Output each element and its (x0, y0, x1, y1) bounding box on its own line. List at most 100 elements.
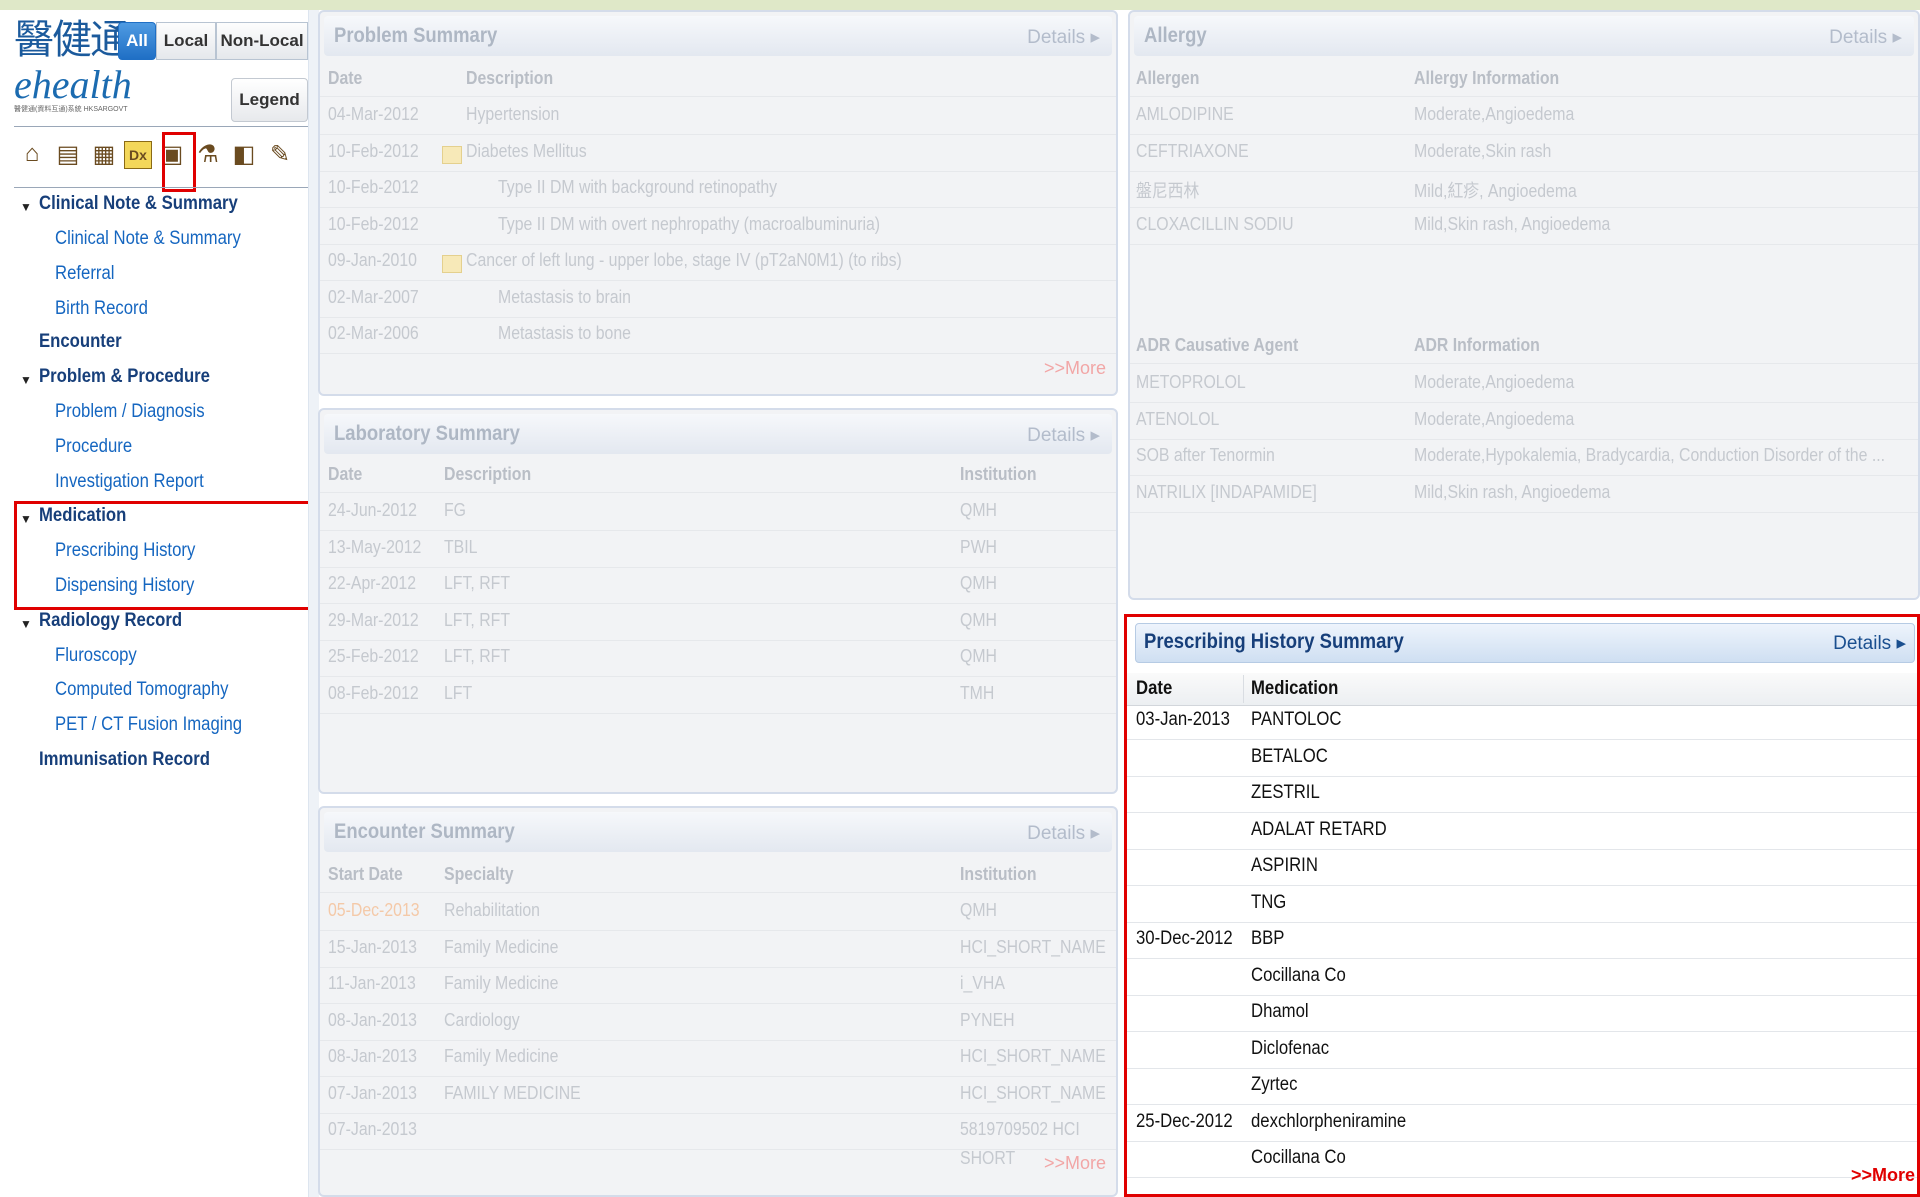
panel-header: Encounter Summary Details ▸ (324, 812, 1112, 852)
details-link[interactable]: Details ▸ (1829, 26, 1902, 49)
panel-title: Prescribing History Summary (1144, 630, 1404, 653)
expand-triangle-icon[interactable]: ▼ (20, 373, 32, 387)
nav-item-referral[interactable]: Referral (55, 263, 114, 285)
row-medication: Diclofenac (1251, 1037, 1330, 1059)
folder-icon[interactable] (442, 255, 462, 273)
ehealth-logo: 醫健通 ehealth 醫健通(資料互通)系統 HKSARGOVT (14, 18, 132, 114)
row-date: 03-Jan-2013 (1136, 709, 1230, 730)
row-date: 25-Dec-2012 (1136, 1110, 1233, 1132)
row-institution: QMH (960, 900, 997, 920)
column-header-date: Date (328, 464, 363, 484)
row-date: 08-Feb-2012 (328, 682, 419, 703)
row-institution: TMH (960, 682, 995, 703)
allergy-info-cell: Moderate,Skin rash (1414, 140, 1552, 161)
adr-info-cell: Moderate,Hypokalemia, Bradycardia, Condu… (1414, 445, 1886, 465)
folder-icon[interactable] (442, 145, 462, 164)
home-icon[interactable]: ⌂ (16, 134, 48, 174)
allergen-cell: CEFTRIAXONE (1136, 140, 1249, 161)
calendar-icon[interactable]: ▦ (88, 134, 120, 174)
row-description: Type II DM with background retinopathy (498, 177, 778, 197)
nav-item-clinical-note[interactable]: Clinical Note & Summary (55, 228, 241, 250)
row-institution: QMH (960, 573, 997, 593)
more-link[interactable]: >>More (1044, 358, 1106, 379)
expand-triangle-icon[interactable]: ▼ (20, 617, 32, 631)
nav-item-computed-tomography[interactable]: Computed Tomography (55, 679, 228, 701)
nav-group-clinical[interactable]: Clinical Note & Summary (39, 193, 238, 215)
allergy-info-cell: Moderate,Angioedema (1414, 104, 1575, 124)
clinical-note-icon[interactable]: ▤ (52, 134, 84, 174)
row-institution: HCI_SHORT_NAME (960, 1046, 1106, 1066)
more-link[interactable]: >>More (1851, 1165, 1915, 1186)
row-divider (1127, 1140, 1917, 1142)
row-medication: dexchlorpheniramine (1251, 1110, 1407, 1132)
diagnosis-dx-icon[interactable]: Dx (124, 141, 152, 169)
nav-item-problem-diagnosis[interactable]: Problem / Diagnosis (55, 401, 205, 423)
column-header-date: Date (328, 68, 363, 88)
row-institution: HCI_SHORT_NAME (960, 936, 1106, 957)
row-description: Metastasis to brain (498, 286, 631, 307)
nav-item-pet-ct[interactable]: PET / CT Fusion Imaging (55, 714, 242, 736)
row-divider (320, 1112, 1116, 1114)
nav-group-immunisation[interactable]: Immunisation Record (39, 749, 210, 771)
details-link[interactable]: Details ▸ (1027, 822, 1100, 845)
nav-group-radiology[interactable]: Radiology Record (39, 610, 182, 632)
row-divider (1130, 134, 1918, 135)
row-specialty: FAMILY MEDICINE (444, 1082, 581, 1103)
panel-header: Laboratory Summary Details ▸ (324, 414, 1112, 454)
row-divider (320, 566, 1116, 568)
details-link[interactable]: Details ▸ (1027, 26, 1100, 49)
row-divider (1127, 885, 1917, 886)
column-header-allergen: Allergen (1136, 68, 1200, 88)
nav-group-problem[interactable]: Problem & Procedure (39, 366, 210, 388)
expand-triangle-icon[interactable]: ▼ (20, 200, 32, 214)
row-divider (320, 96, 1116, 97)
radiology-icon[interactable]: ◧ (228, 134, 260, 174)
nav-item-fluroscopy[interactable]: Fluroscopy (55, 645, 137, 667)
allergen-cell: 盤尼西林 (1136, 181, 1200, 201)
column-header-allergy-info: Allergy Information (1414, 68, 1560, 88)
laboratory-icon[interactable]: ⚗ (192, 134, 224, 174)
problem-summary-panel: Problem Summary Details ▸ Date Descripti… (318, 10, 1118, 396)
filter-all-button[interactable]: All (118, 22, 156, 60)
row-divider (320, 530, 1116, 531)
row-divider (1130, 170, 1918, 172)
panel-title: Encounter Summary (334, 820, 515, 843)
medication-icon-highlight (162, 132, 196, 192)
column-header-medication: Medication (1251, 678, 1339, 699)
legend-button[interactable]: Legend (231, 78, 308, 122)
row-institution: i_VHA (960, 973, 1005, 993)
nav-item-investigation-report[interactable]: Investigation Report (55, 471, 204, 493)
row-divider (320, 134, 1116, 135)
row-date: 08-Jan-2013 (328, 1046, 417, 1066)
filter-nonlocal-button[interactable]: Non-Local (216, 22, 308, 60)
details-link[interactable]: Details ▸ (1833, 632, 1906, 655)
row-date: 30-Dec-2012 (1136, 928, 1233, 949)
filter-local-button[interactable]: Local (156, 22, 216, 60)
logo-english: ehealth (14, 62, 132, 107)
row-date: 02-Mar-2006 (328, 323, 419, 343)
row-institution: HCI_SHORT_NAME (960, 1082, 1106, 1103)
nav-item-procedure[interactable]: Procedure (55, 436, 132, 458)
panel-header: Prescribing History Summary Details ▸ (1135, 623, 1915, 663)
allergy-info-cell: Mild,Skin rash, Angioedema (1414, 213, 1611, 234)
row-date: 25-Feb-2012 (328, 646, 419, 666)
medication-group-highlight (14, 501, 318, 610)
row-date: 10-Feb-2012 (328, 177, 419, 197)
row-divider (1127, 812, 1917, 813)
row-divider (1127, 1067, 1917, 1069)
nav-item-birth-record[interactable]: Birth Record (55, 298, 148, 320)
row-institution: 5819709502 HCI (960, 1119, 1080, 1139)
details-link[interactable]: Details ▸ (1027, 424, 1100, 447)
more-link[interactable]: >>More (1044, 1153, 1106, 1174)
nav-group-encounter[interactable]: Encounter (39, 331, 122, 353)
pen-icon[interactable]: ✎ (264, 134, 296, 174)
row-divider (1130, 243, 1918, 245)
row-medication: TNG (1251, 891, 1287, 913)
row-divider (320, 712, 1116, 714)
row-medication: Zyrtec (1251, 1074, 1298, 1095)
row-divider (320, 639, 1116, 641)
adr-info-cell: Mild,Skin rash, Angioedema (1414, 481, 1611, 502)
divider (14, 187, 308, 188)
adr-agent-cell: SOB after Tenormin (1136, 445, 1275, 465)
row-divider (1130, 96, 1918, 97)
